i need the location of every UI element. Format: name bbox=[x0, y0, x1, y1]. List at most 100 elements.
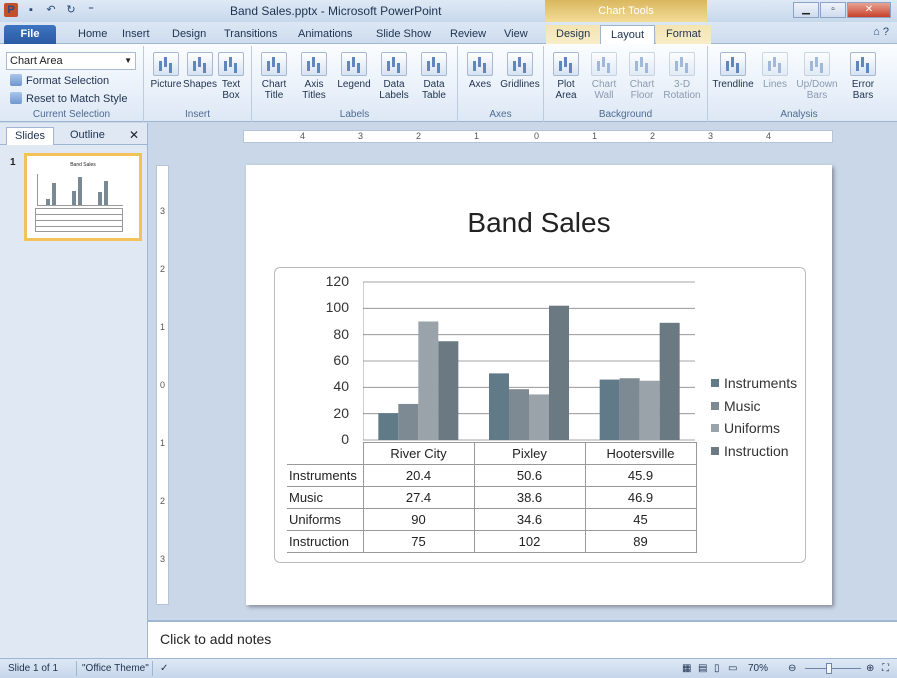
lines-label: Lines bbox=[763, 79, 787, 90]
ruler-tick-label: 2 bbox=[650, 131, 656, 141]
tab-home[interactable]: Home bbox=[68, 25, 117, 44]
group-labels: Chart Title Axis Titles Legend Data Labe… bbox=[252, 46, 458, 122]
legend-key bbox=[711, 401, 719, 410]
axes-button[interactable]: Axes bbox=[460, 52, 500, 90]
error-bars-label: Error Bars bbox=[851, 79, 875, 101]
chart-plot-area[interactable] bbox=[363, 276, 695, 442]
table-row: Instruction 75 102 89 bbox=[287, 530, 697, 553]
chart-legend[interactable]: Instruments Music Uniforms Instruction bbox=[711, 372, 797, 462]
bar-instruction bbox=[438, 341, 459, 440]
restore-icon[interactable]: ▫ bbox=[820, 2, 846, 18]
legend-key bbox=[711, 379, 719, 388]
slide-counter: Slide 1 of 1 bbox=[8, 663, 59, 674]
tab-chart-format[interactable]: Format bbox=[656, 25, 711, 44]
format-selection-button[interactable]: Format Selection bbox=[10, 74, 109, 87]
data-table-button[interactable]: Data Table bbox=[414, 52, 454, 101]
table-row: Uniforms 90 34.6 45 bbox=[287, 508, 697, 531]
ruler-tick-label: 0 bbox=[160, 380, 166, 390]
value-cell: 102 bbox=[473, 530, 586, 553]
horizontal-ruler: 4 3 2 1 0 1 2 3 4 bbox=[243, 130, 833, 143]
lines-button[interactable]: Lines bbox=[758, 52, 792, 90]
zoom-slider[interactable] bbox=[805, 668, 861, 669]
tab-transitions[interactable]: Transitions bbox=[214, 25, 287, 44]
tab-slides[interactable]: Slides bbox=[6, 127, 54, 145]
vertical-ruler: 3 2 1 0 1 2 3 bbox=[156, 165, 169, 605]
slides-pane: Slides Outline ✕ 1 Band Sales bbox=[0, 123, 148, 658]
trendline-button[interactable]: Trendline bbox=[710, 52, 756, 90]
ruler-tick-label: 3 bbox=[160, 206, 166, 216]
series-name-cell: Instruction bbox=[287, 530, 364, 553]
zoom-level[interactable]: 70% bbox=[748, 663, 768, 674]
close-icon[interactable]: ✕ bbox=[129, 128, 139, 142]
undo-icon[interactable]: ↶ bbox=[44, 3, 58, 17]
theme-name[interactable]: "Office Theme" bbox=[82, 663, 149, 674]
category-cell: Hootersville bbox=[584, 442, 697, 465]
tab-design[interactable]: Design bbox=[162, 25, 216, 44]
bar-uniforms bbox=[418, 321, 439, 440]
chart-element-selector[interactable]: Chart Area ▼ bbox=[6, 52, 136, 70]
legend-button[interactable]: Legend bbox=[334, 52, 374, 90]
bar-instruction bbox=[659, 322, 680, 440]
redo-icon[interactable]: ↻ bbox=[64, 3, 78, 17]
rotation-button[interactable]: 3-D Rotation bbox=[662, 52, 702, 101]
group-axes: Axes Gridlines Axes bbox=[458, 46, 544, 122]
group-current-selection: Chart Area ▼ Format Selection Reset to M… bbox=[0, 46, 144, 122]
series-name-cell: Instruments bbox=[287, 464, 364, 487]
y-tick-label: 80 bbox=[333, 325, 349, 342]
value-cell: 38.6 bbox=[473, 486, 586, 509]
slide-canvas[interactable]: Band Sales River City Pixley Hootersvill… bbox=[246, 165, 832, 605]
text-box-button[interactable]: Text Box bbox=[214, 52, 248, 101]
slide-title[interactable]: Band Sales bbox=[246, 207, 832, 239]
ruler-tick-label: 4 bbox=[766, 131, 772, 141]
powerpoint-icon[interactable]: P bbox=[4, 3, 18, 17]
reset-style-button[interactable]: Reset to Match Style bbox=[10, 92, 128, 105]
slide-sorter-icon[interactable]: ▤ bbox=[698, 663, 707, 674]
save-icon[interactable]: ▪ bbox=[24, 3, 38, 17]
chart-title-button[interactable]: Chart Title bbox=[254, 52, 294, 101]
fit-to-window-icon[interactable]: ⛶ bbox=[882, 663, 889, 674]
tab-slide-show[interactable]: Slide Show bbox=[366, 25, 441, 44]
plot-area-button[interactable]: Plot Area bbox=[546, 52, 586, 101]
chart-floor-label: Chart Floor bbox=[629, 79, 655, 101]
close-icon[interactable]: ✕ bbox=[847, 2, 891, 18]
data-labels-button[interactable]: Data Labels bbox=[374, 52, 414, 101]
tab-chart-layout[interactable]: Layout bbox=[600, 25, 656, 44]
chart-object[interactable]: River City Pixley Hootersville Instrumen… bbox=[274, 267, 806, 563]
zoom-in-icon[interactable]: ⊕ bbox=[866, 663, 874, 674]
tab-chart-design[interactable]: Design bbox=[546, 25, 601, 44]
zoom-out-icon[interactable]: ⊖ bbox=[788, 663, 796, 674]
tab-view[interactable]: View bbox=[494, 25, 538, 44]
chart-wall-button[interactable]: Chart Wall bbox=[584, 52, 624, 101]
chart-data-table[interactable]: River City Pixley Hootersville Instrumen… bbox=[287, 442, 697, 553]
lines-icon bbox=[762, 52, 788, 76]
chart-title-icon bbox=[261, 52, 287, 76]
ruler-tick-label: 2 bbox=[416, 131, 422, 141]
help-icon[interactable]: ⌂ ? bbox=[873, 26, 889, 38]
legend-item: Uniforms bbox=[711, 417, 797, 440]
gridlines-button[interactable]: Gridlines bbox=[500, 52, 540, 90]
group-label: Axes bbox=[489, 109, 512, 120]
updown-bars-button[interactable]: Up/Down Bars bbox=[794, 52, 840, 101]
tab-outline[interactable]: Outline bbox=[62, 127, 113, 145]
thumbnail-chart bbox=[37, 174, 123, 206]
ruler-tick-label: 1 bbox=[160, 438, 166, 448]
slide-thumbnail[interactable]: Band Sales bbox=[24, 153, 142, 241]
slide-show-icon[interactable]: ▭ bbox=[728, 663, 737, 674]
customize-qat-icon[interactable]: ⁼ bbox=[84, 3, 98, 17]
tab-insert[interactable]: Insert bbox=[112, 25, 160, 44]
spell-check-icon[interactable]: ✓ bbox=[160, 663, 168, 674]
error-bars-button[interactable]: Error Bars bbox=[842, 52, 884, 101]
chart-floor-button[interactable]: Chart Floor bbox=[622, 52, 662, 101]
notes-pane[interactable]: Click to add notes bbox=[148, 620, 897, 658]
reset-style-icon bbox=[10, 92, 22, 104]
minimize-icon[interactable]: ▁ bbox=[793, 2, 819, 18]
axis-titles-button[interactable]: Axis Titles bbox=[294, 52, 334, 101]
reading-view-icon[interactable]: ▯ bbox=[714, 663, 720, 674]
zoom-slider-thumb[interactable] bbox=[826, 663, 832, 674]
tab-animations[interactable]: Animations bbox=[288, 25, 362, 44]
tab-file[interactable]: File bbox=[4, 25, 56, 44]
tab-review[interactable]: Review bbox=[440, 25, 496, 44]
pane-tabs: Slides Outline ✕ bbox=[0, 123, 147, 145]
legend-item: Instruction bbox=[711, 440, 797, 463]
normal-view-icon[interactable]: ▦ bbox=[682, 663, 691, 674]
